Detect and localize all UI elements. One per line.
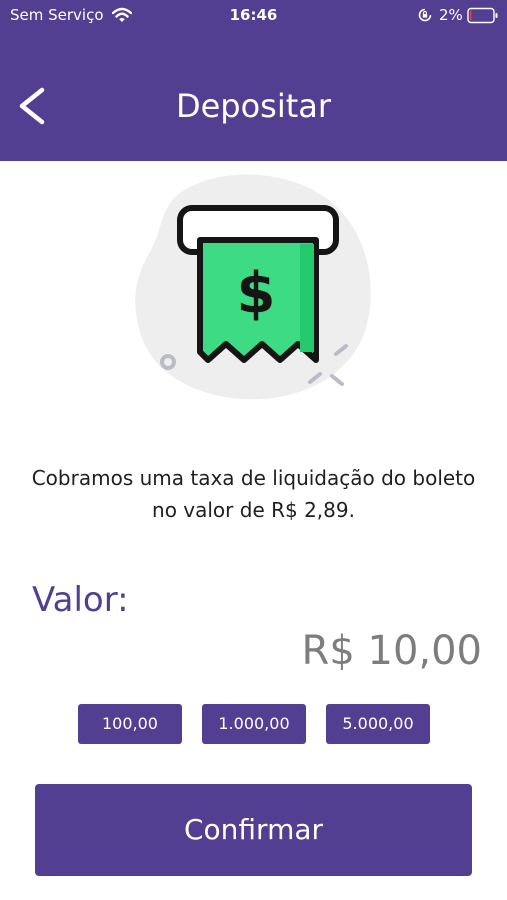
quick-amount-button-1000[interactable]: 1.000,00: [202, 704, 306, 744]
confirm-button[interactable]: Confirmar: [35, 784, 472, 876]
amount-value[interactable]: R$ 10,00: [302, 625, 482, 677]
quick-amount-button-100[interactable]: 100,00: [78, 704, 182, 744]
orientation-lock-icon: [418, 8, 432, 22]
status-bar: Sem Serviço 16:46 2%: [0, 0, 507, 32]
header-bar: Sem Serviço 16:46 2% Depositar: [0, 0, 507, 161]
battery-icon: [467, 7, 498, 24]
svg-text:$: $: [237, 261, 276, 326]
fee-info-text: Cobramos uma taxa de liquidação do bolet…: [31, 466, 476, 522]
battery-percentage: 2%: [439, 6, 463, 24]
quick-amount-button-5000[interactable]: 5.000,00: [326, 704, 430, 744]
amount-label: Valor:: [32, 580, 129, 620]
page-title: Depositar: [175, 87, 332, 125]
receipt-dollar-icon: $: [135, 174, 371, 400]
